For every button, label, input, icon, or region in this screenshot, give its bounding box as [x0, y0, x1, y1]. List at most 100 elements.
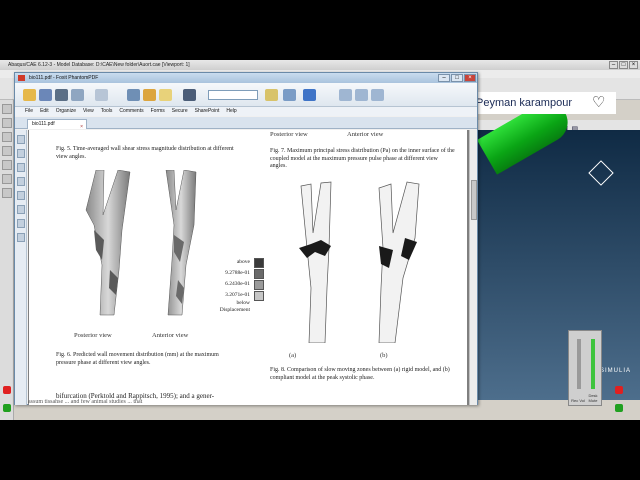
- legend-swatch: [254, 258, 264, 268]
- fit-icon[interactable]: [283, 89, 296, 101]
- legend-footer: Displacement: [219, 307, 250, 313]
- desk-mute-label: Desk Mute: [588, 393, 598, 403]
- zoom-icon[interactable]: [183, 89, 196, 101]
- tool-button[interactable]: [2, 118, 12, 128]
- minimize-button[interactable]: –: [609, 61, 618, 69]
- page-icon[interactable]: [127, 89, 140, 101]
- fig6-caption: Fig. 6. Predicted wall movement distribu…: [56, 352, 219, 366]
- desk-volume-slider[interactable]: [591, 339, 595, 389]
- legend-label: above: [236, 259, 250, 265]
- tool-button[interactable]: [2, 174, 12, 184]
- abaqus-left-toolbox: [0, 100, 14, 420]
- app-icon[interactable]: [3, 386, 11, 394]
- menu-organize[interactable]: Organize: [56, 107, 76, 116]
- top-posterior-view-label: Posterior view: [270, 131, 308, 138]
- foxit-window: bio111.pdf - Foxit PhantomPDF – □ × File…: [14, 72, 478, 405]
- maximize-button[interactable]: □: [619, 61, 628, 69]
- zoom-input[interactable]: [208, 90, 258, 100]
- layers-icon[interactable]: [17, 163, 25, 172]
- email-icon[interactable]: [71, 89, 84, 101]
- security-icon[interactable]: [17, 233, 25, 242]
- save-icon[interactable]: [39, 89, 52, 101]
- tool-button[interactable]: [2, 160, 12, 170]
- foxit-window-controls: – □ ×: [438, 74, 476, 82]
- menu-comments[interactable]: Comments: [119, 107, 143, 116]
- foxit-side-panel: [15, 130, 27, 405]
- foxit-title-bar: bio111.pdf - Foxit PhantomPDF: [15, 73, 477, 83]
- rec-volume-slider[interactable]: [577, 339, 581, 389]
- foxit-window-title: bio111.pdf - Foxit PhantomPDF: [29, 75, 99, 81]
- menu-sharepoint[interactable]: SharePoint: [195, 107, 220, 116]
- menu-edit[interactable]: Edit: [40, 107, 49, 116]
- bookmarks-icon[interactable]: [17, 135, 25, 144]
- simulia-logo: SIMULIA: [600, 368, 632, 374]
- abaqus-window-controls: – □ ×: [609, 61, 638, 69]
- tab-label: bio111.pdf: [32, 121, 55, 127]
- taskbar-right-icons: [614, 382, 638, 412]
- fig8-vessel-illustration: [299, 181, 420, 343]
- anterior-view-label: Anterior view: [152, 332, 189, 339]
- vertical-scrollbar[interactable]: [469, 130, 477, 405]
- fit-width-icon[interactable]: [355, 89, 368, 101]
- tool-button[interactable]: [2, 132, 12, 142]
- legend-swatch: [254, 291, 264, 301]
- app-icon[interactable]: [615, 404, 623, 412]
- author-name: Peyman karampour: [476, 97, 572, 109]
- app-icon[interactable]: [615, 386, 623, 394]
- document-area[interactable]: Fig. 5. Time-averaged wall shear stress …: [28, 130, 477, 405]
- menu-help[interactable]: Help: [226, 107, 236, 116]
- print-icon[interactable]: [55, 89, 68, 101]
- signatures-icon[interactable]: [17, 205, 25, 214]
- fig8-caption: Fig. 8. Comparison of slow moving zones …: [270, 367, 450, 381]
- minimize-button[interactable]: –: [438, 74, 450, 82]
- open-icon[interactable]: [23, 89, 36, 101]
- legend-label: 9.2788e-01: [225, 270, 250, 276]
- menu-forms[interactable]: Forms: [151, 107, 165, 116]
- legend-label: 3.2071e-01: [225, 292, 250, 298]
- tool-button[interactable]: [2, 146, 12, 156]
- menu-file[interactable]: File: [25, 107, 33, 116]
- foxit-menubar: File Edit Organize View Tools Comments F…: [15, 107, 477, 116]
- menu-view[interactable]: View: [83, 107, 94, 116]
- abaqus-title-bar: Abaqus/CAE 6.12-3 - Model Database: D:\C…: [0, 60, 640, 70]
- top-anterior-view-label: Anterior view: [347, 131, 384, 138]
- subfigure-b-label: (b): [380, 352, 388, 359]
- foxit-app-icon: [18, 75, 25, 81]
- search-icon[interactable]: [17, 219, 25, 228]
- comments-icon[interactable]: [17, 177, 25, 186]
- foxit-toolbar: [15, 83, 477, 107]
- tool-button[interactable]: [2, 188, 12, 198]
- foxit-tab-bar: bio111.pdf ×: [15, 117, 477, 130]
- legend-swatch: [254, 280, 264, 290]
- displacement-legend: above 9.2788e-01 6.2430e-01 3.2071e-01 b…: [202, 258, 264, 314]
- fit-page-icon[interactable]: [339, 89, 352, 101]
- pages-icon[interactable]: [17, 149, 25, 158]
- scrollbar-thumb[interactable]: [471, 180, 477, 220]
- rotate-icon[interactable]: [303, 89, 316, 101]
- posterior-view-label: Posterior view: [74, 332, 112, 339]
- undo-icon[interactable]: [95, 89, 108, 101]
- select-text-icon[interactable]: [159, 89, 172, 101]
- menu-secure[interactable]: Secure: [172, 107, 188, 116]
- actual-size-icon[interactable]: [371, 89, 384, 101]
- abaqus-window-title: Abaqus/CAE 6.12-3 - Model Database: D:\C…: [8, 62, 190, 68]
- hand-icon[interactable]: [143, 89, 156, 101]
- tool-button[interactable]: [2, 104, 12, 114]
- abaqus-bottom-text: assum tissahse ... and few animal studie…: [28, 399, 143, 405]
- zoom-in-icon[interactable]: [265, 89, 278, 101]
- menu-tools[interactable]: Tools: [101, 107, 113, 116]
- tab-document[interactable]: bio111.pdf ×: [27, 119, 87, 130]
- legend-label: below: [236, 300, 250, 306]
- heart-icon: ♡: [592, 94, 606, 111]
- volume-mixer: Rec Vol Desk Mute: [568, 330, 602, 406]
- subfigure-a-label: (a): [289, 352, 297, 359]
- close-button[interactable]: ×: [464, 74, 476, 82]
- rec-vol-label: Rec Vol: [571, 398, 585, 403]
- attachments-icon[interactable]: [17, 191, 25, 200]
- desktop-screen: Abaqus/CAE 6.12-3 - Model Database: D:\C…: [0, 60, 640, 420]
- maximize-button[interactable]: □: [451, 74, 463, 82]
- legend-swatch: [254, 269, 264, 279]
- fig7-caption: Fig. 7. Maximum principal stress distrib…: [270, 148, 455, 169]
- app-icon[interactable]: [3, 404, 11, 412]
- close-button[interactable]: ×: [629, 61, 638, 69]
